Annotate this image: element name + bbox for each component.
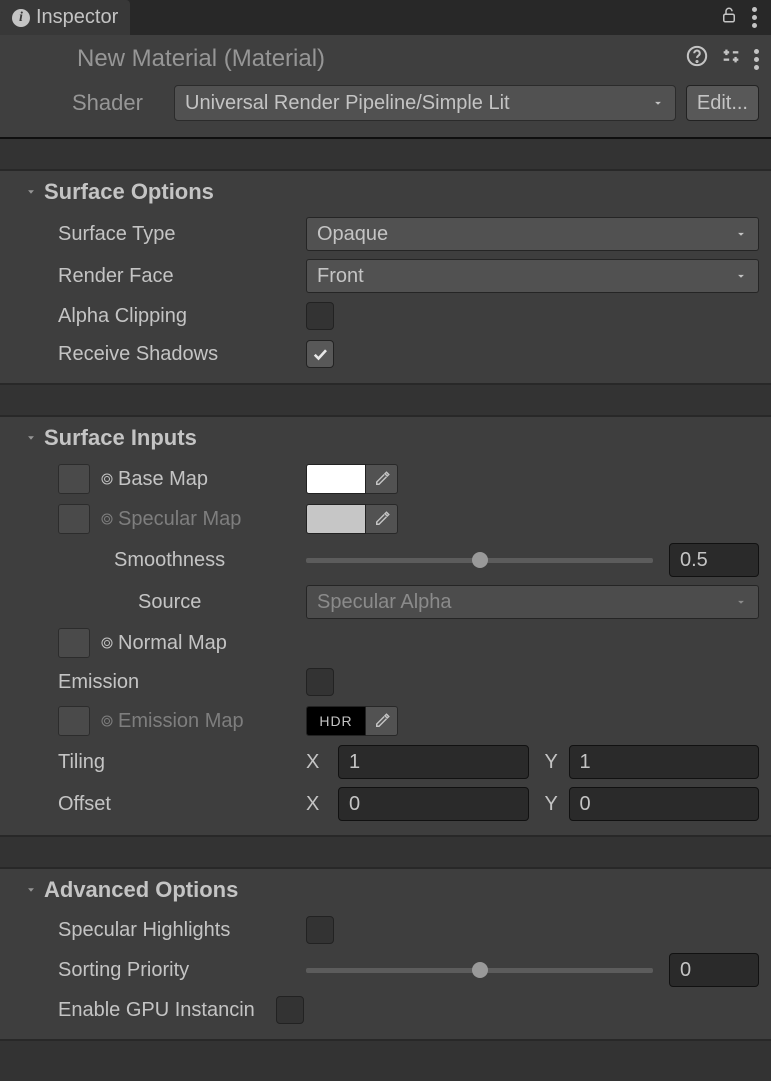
render-face-row: Render Face Front — [0, 255, 771, 297]
offset-x-label: X — [306, 793, 330, 816]
advanced-options-header[interactable]: Advanced Options — [0, 869, 771, 911]
tab-bar: i Inspector — [0, 0, 771, 35]
specular-highlights-row: Specular Highlights — [0, 911, 771, 949]
normal-map-texture-slot[interactable] — [58, 628, 90, 658]
emission-label: Emission — [58, 671, 306, 694]
preset-icon[interactable] — [720, 45, 742, 73]
render-face-label: Render Face — [58, 265, 306, 288]
tiling-row: Tiling X 1 Y 1 — [0, 741, 771, 783]
material-header: New Material (Material) Shader Universal… — [0, 35, 771, 137]
eyedropper-button[interactable] — [366, 464, 398, 494]
gpu-instancing-checkbox[interactable] — [276, 996, 304, 1024]
emission-map-texture-slot[interactable] — [58, 706, 90, 736]
offset-x-input[interactable]: 0 — [338, 787, 529, 821]
chevron-down-icon — [734, 227, 748, 241]
check-icon — [311, 345, 329, 363]
smoothness-source-label: Source — [58, 591, 306, 614]
offset-row: Offset X 0 Y 0 — [0, 783, 771, 825]
sorting-priority-slider[interactable] — [306, 968, 653, 973]
kebab-icon[interactable] — [754, 49, 759, 70]
surface-inputs-header[interactable]: Surface Inputs — [0, 417, 771, 459]
base-map-label: Base Map — [118, 468, 208, 491]
tiling-x-input[interactable]: 1 — [338, 745, 529, 779]
receive-shadows-row: Receive Shadows — [0, 335, 771, 373]
kebab-icon[interactable] — [752, 7, 757, 28]
tab-title: Inspector — [36, 6, 118, 29]
normal-map-label: Normal Map — [118, 632, 227, 655]
edit-button[interactable]: Edit... — [686, 85, 759, 121]
surface-inputs-section: Surface Inputs Base Map Specular Map — [0, 417, 771, 835]
smoothness-row: Smoothness 0.5 — [0, 539, 771, 581]
receive-shadows-checkbox[interactable] — [306, 340, 334, 368]
foldout-open-icon — [24, 185, 38, 199]
offset-label: Offset — [58, 793, 306, 816]
advanced-options-section: Advanced Options Specular Highlights Sor… — [0, 869, 771, 1039]
help-icon[interactable] — [686, 45, 708, 73]
surface-options-header[interactable]: Surface Options — [0, 171, 771, 213]
receive-shadows-label: Receive Shadows — [58, 343, 306, 366]
eyedropper-icon — [373, 470, 391, 488]
surface-type-dropdown[interactable]: Opaque — [306, 217, 759, 251]
smoothness-value[interactable]: 0.5 — [669, 543, 759, 577]
emission-map-color[interactable]: HDR — [306, 706, 366, 736]
foldout-open-icon — [24, 431, 38, 445]
base-map-color[interactable] — [306, 464, 366, 494]
eyedropper-icon — [373, 510, 391, 528]
emission-checkbox[interactable] — [306, 668, 334, 696]
smoothness-slider[interactable] — [306, 558, 653, 563]
texture-picker-icon[interactable] — [100, 636, 114, 650]
surface-options-section: Surface Options Surface Type Opaque Rend… — [0, 171, 771, 383]
alpha-clipping-label: Alpha Clipping — [58, 305, 306, 328]
specular-map-color[interactable] — [306, 504, 366, 534]
offset-y-label: Y — [537, 793, 561, 816]
surface-type-label: Surface Type — [58, 223, 306, 246]
smoothness-source-row: Source Specular Alpha — [0, 581, 771, 623]
base-map-row: Base Map — [0, 459, 771, 499]
shader-label: Shader — [72, 90, 164, 116]
texture-picker-icon[interactable] — [100, 714, 114, 728]
chevron-down-icon — [734, 269, 748, 283]
tiling-x-label: X — [306, 751, 330, 774]
offset-y-input[interactable]: 0 — [569, 787, 760, 821]
specular-highlights-label: Specular Highlights — [58, 919, 306, 942]
inspector-tab[interactable]: i Inspector — [0, 0, 130, 35]
emission-map-row: Emission Map HDR — [0, 701, 771, 741]
sorting-priority-value[interactable]: 0 — [669, 953, 759, 987]
specular-map-row: Specular Map — [0, 499, 771, 539]
foldout-open-icon — [24, 883, 38, 897]
tiling-label: Tiling — [58, 751, 306, 774]
eyedropper-button[interactable] — [366, 504, 398, 534]
texture-picker-icon[interactable] — [100, 512, 114, 526]
surface-type-row: Surface Type Opaque — [0, 213, 771, 255]
normal-map-row: Normal Map — [0, 623, 771, 663]
alpha-clipping-row: Alpha Clipping — [0, 297, 771, 335]
sorting-priority-row: Sorting Priority 0 — [0, 949, 771, 991]
eyedropper-icon — [373, 712, 391, 730]
base-map-texture-slot[interactable] — [58, 464, 90, 494]
smoothness-source-dropdown[interactable]: Specular Alpha — [306, 585, 759, 619]
gpu-instancing-row: Enable GPU Instancin — [0, 991, 771, 1029]
shader-value: Universal Render Pipeline/Simple Lit — [185, 92, 510, 115]
specular-highlights-checkbox[interactable] — [306, 916, 334, 944]
emission-row: Emission — [0, 663, 771, 701]
render-face-dropdown[interactable]: Front — [306, 259, 759, 293]
eyedropper-button[interactable] — [366, 706, 398, 736]
tiling-y-input[interactable]: 1 — [569, 745, 760, 779]
shader-dropdown[interactable]: Universal Render Pipeline/Simple Lit — [174, 85, 676, 121]
chevron-down-icon — [651, 96, 665, 110]
gpu-instancing-label: Enable GPU Instancin — [58, 999, 276, 1022]
material-title: New Material (Material) — [77, 45, 325, 73]
smoothness-label: Smoothness — [58, 549, 306, 572]
emission-map-label: Emission Map — [118, 710, 244, 733]
sorting-priority-label: Sorting Priority — [58, 959, 306, 982]
tiling-y-label: Y — [537, 751, 561, 774]
specular-map-label: Specular Map — [118, 508, 241, 531]
texture-picker-icon[interactable] — [100, 472, 114, 486]
alpha-clipping-checkbox[interactable] — [306, 302, 334, 330]
specular-map-texture-slot[interactable] — [58, 504, 90, 534]
lock-icon[interactable] — [720, 6, 738, 30]
info-icon: i — [12, 9, 30, 27]
chevron-down-icon — [734, 595, 748, 609]
